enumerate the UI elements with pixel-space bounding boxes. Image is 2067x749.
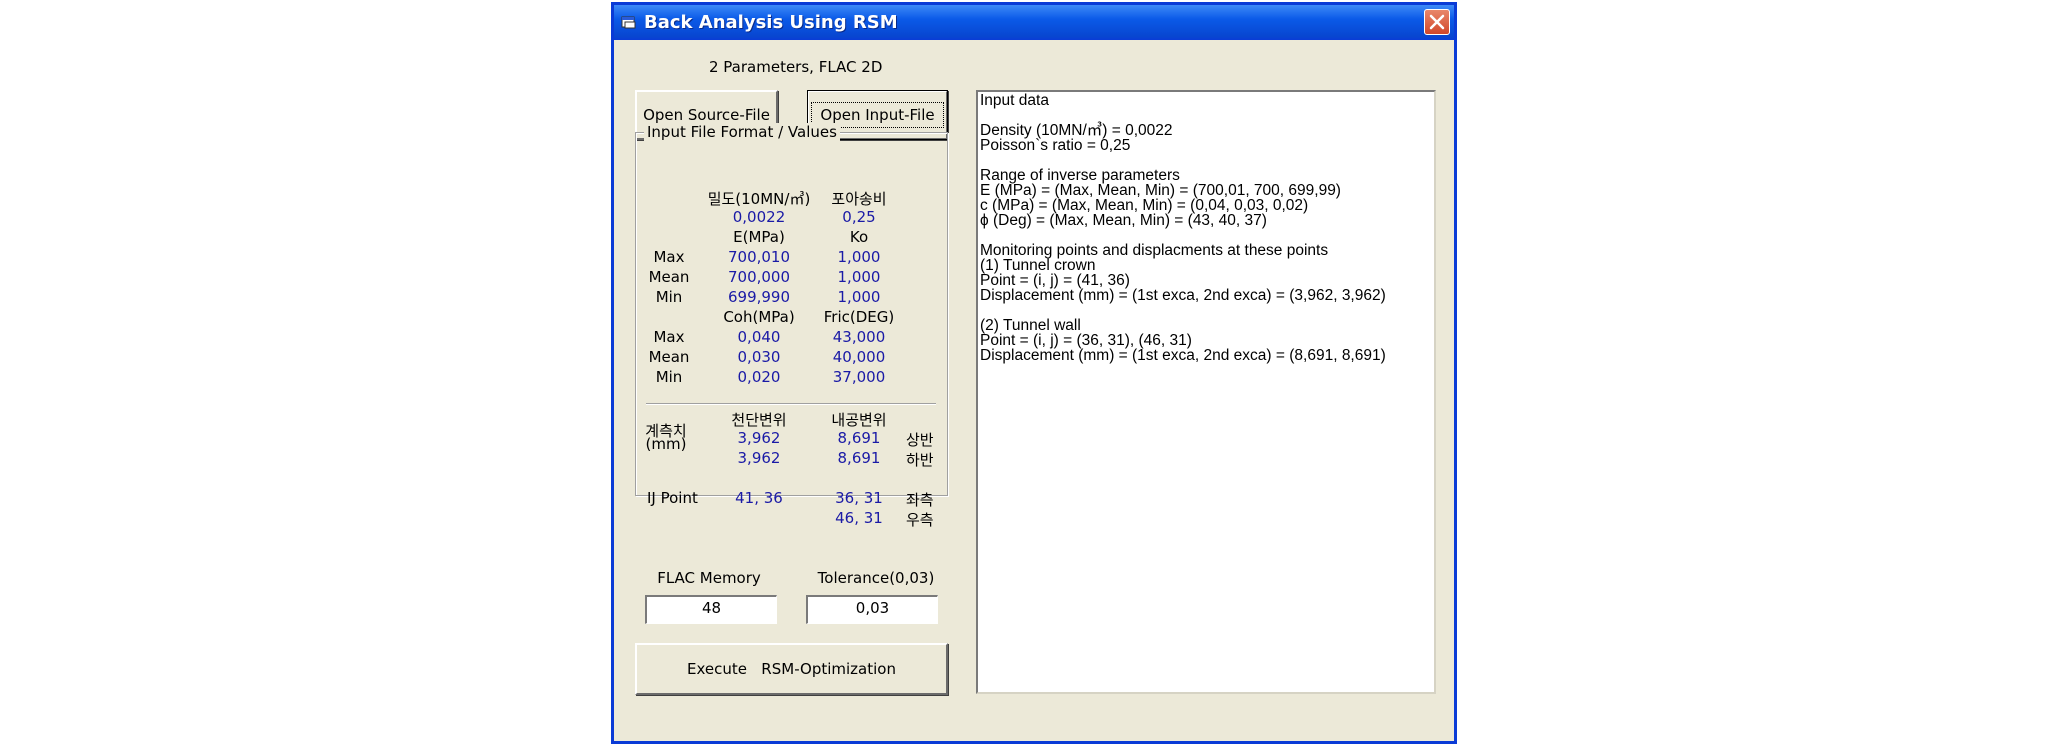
coh-min-value: 0,020 [737, 368, 781, 386]
wall-header: 내공변위 [831, 411, 887, 429]
flac-memory-label: FLAC Memory [657, 569, 761, 587]
coh-mean-value: 0,030 [737, 348, 781, 366]
row-label-max: Max [653, 248, 685, 266]
e-header: E(MPa) [733, 228, 785, 246]
groupbox-title: Input File Format / Values [644, 123, 840, 141]
density-value: 0,0022 [732, 208, 786, 226]
ij-wall-left-value: 36, 31 [835, 489, 883, 507]
output-line: Range of inverse parameters [980, 167, 1180, 184]
output-line: Displacement (mm) = (1st exca, 2nd exca)… [980, 287, 1386, 304]
tolerance-input[interactable]: 0,03 [806, 595, 938, 624]
wall-lower-value: 8,691 [837, 449, 881, 467]
wall-upper-value: 8,691 [837, 429, 881, 447]
close-icon [1429, 14, 1445, 30]
ko-mean-value: 1,000 [837, 268, 881, 286]
ij-wall-right-value: 46, 31 [835, 509, 883, 527]
row-label-max-2: Max [653, 328, 685, 346]
e-min-value: 699,990 [727, 288, 791, 306]
title-bar[interactable]: Back Analysis Using RSM [614, 5, 1454, 40]
fric-header: Fric(DEG) [823, 308, 895, 326]
crown-header: 천단변위 [731, 411, 787, 429]
output-line: Poisson`s ratio = 0,25 [980, 137, 1131, 154]
density-header: 밀도(10MN/㎥) [707, 190, 811, 208]
poisson-header: 포아송비 [831, 190, 887, 208]
close-button[interactable] [1424, 9, 1450, 35]
app-window: Back Analysis Using RSM 2 Parameters, FL… [611, 2, 1457, 744]
coh-max-value: 0,040 [737, 328, 781, 346]
ko-header: Ko [849, 228, 869, 246]
measured-unit: (mm) [645, 435, 687, 453]
flac-memory-input[interactable]: 48 [645, 595, 777, 624]
output-line: (2) Tunnel wall [980, 317, 1081, 334]
app-icon [621, 16, 636, 29]
execute-rsm-button[interactable]: Execute RSM-Optimization [635, 643, 948, 695]
row-label-mean: Mean [648, 268, 690, 286]
output-line: Density (10MN/㎥) = 0,0022 [980, 122, 1173, 139]
side-label-left: 좌측 [906, 491, 934, 509]
stage-label-lower: 하반 [906, 451, 934, 469]
output-line: Input data [980, 92, 1049, 109]
output-line: c (MPa) = (Max, Mean, Min) = (0,04, 0,03… [980, 197, 1309, 214]
poisson-value: 0,25 [842, 208, 876, 226]
output-line: E (MPa) = (Max, Mean, Min) = (700,01, 70… [980, 182, 1341, 199]
fric-min-value: 37,000 [832, 368, 886, 386]
row-label-mean-2: Mean [648, 348, 690, 366]
fric-max-value: 43,000 [832, 328, 886, 346]
crown-upper-value: 3,962 [737, 429, 781, 447]
crown-lower-value: 3,962 [737, 449, 781, 467]
coh-header: Coh(MPa) [723, 308, 795, 326]
output-line: (1) Tunnel crown [980, 257, 1096, 274]
output-textarea[interactable]: Input data Density (10MN/㎥) = 0,0022 Poi… [976, 90, 1436, 694]
row-label-min: Min [655, 288, 683, 306]
stage-label-upper: 상반 [906, 431, 934, 449]
group-divider [646, 403, 936, 405]
output-line: Displacement (mm) = (1st exca, 2nd exca)… [980, 347, 1386, 364]
fric-mean-value: 40,000 [832, 348, 886, 366]
open-source-file-label: Open Source-File [643, 106, 770, 124]
output-line: Point = (i, j) = (36, 31), (46, 31) [980, 332, 1192, 349]
ij-point-label: IJ Point [647, 489, 698, 507]
output-line: Point = (i, j) = (41, 36) [980, 272, 1130, 289]
ko-min-value: 1,000 [837, 288, 881, 306]
subtitle-label: 2 Parameters, FLAC 2D [709, 58, 883, 76]
ko-max-value: 1,000 [837, 248, 881, 266]
tolerance-label: Tolerance(0,03) [817, 569, 935, 587]
e-mean-value: 700,000 [727, 268, 791, 286]
execute-rsm-label: Execute RSM-Optimization [687, 660, 896, 678]
window-title: Back Analysis Using RSM [644, 12, 898, 33]
row-label-min-2: Min [655, 368, 683, 386]
ij-crown-value: 41, 36 [735, 489, 783, 507]
output-line: ϕ (Deg) = (Max, Mean, Min) = (43, 40, 37… [980, 212, 1267, 229]
e-max-value: 700,010 [727, 248, 791, 266]
side-label-right: 우측 [906, 511, 934, 529]
output-line: Monitoring points and displacments at th… [980, 242, 1329, 259]
